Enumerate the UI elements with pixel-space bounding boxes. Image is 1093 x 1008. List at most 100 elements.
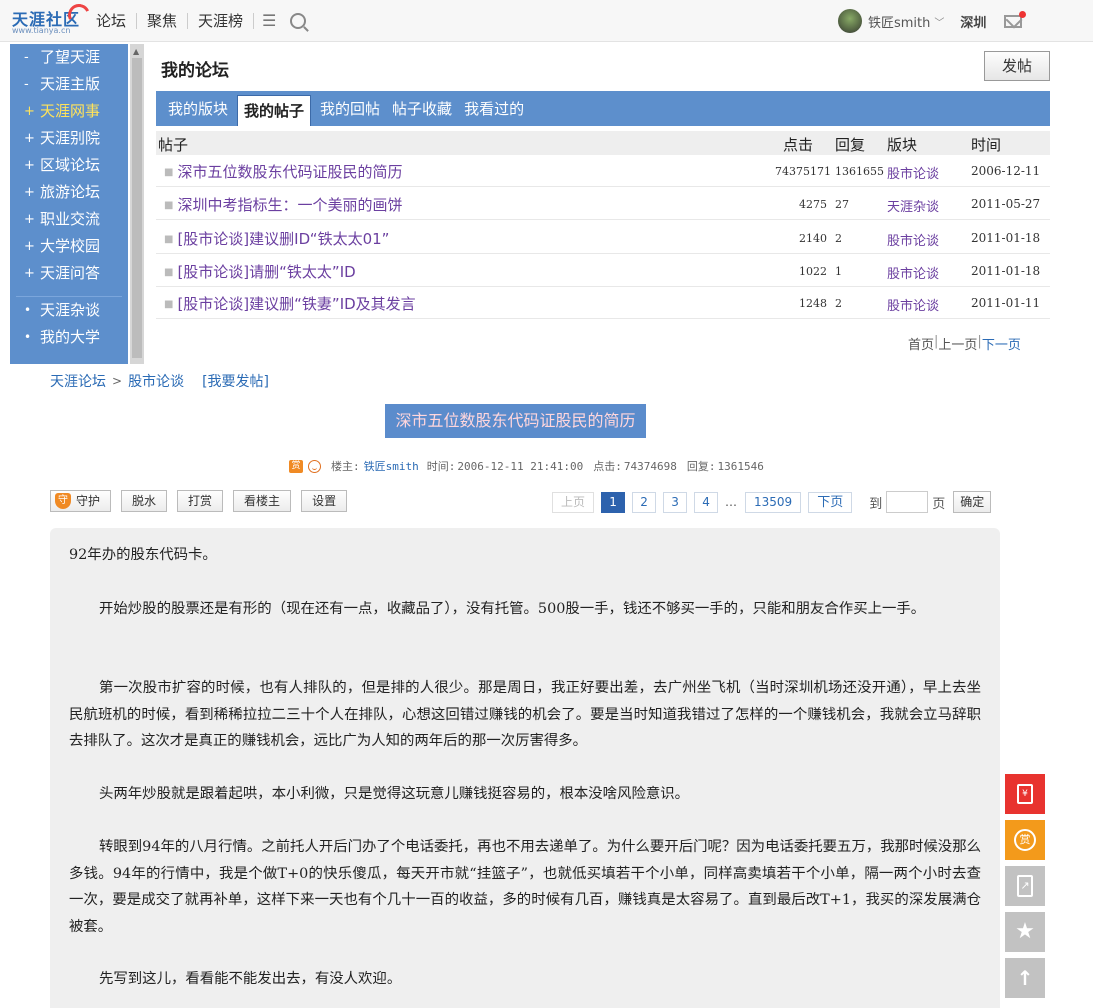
confirm-button[interactable]: 确定 <box>953 491 992 513</box>
sidebar-item-wangshi[interactable]: + 天涯网事 <box>10 98 128 125</box>
click-count: 74374698 <box>623 459 677 473</box>
sidebar-item-travel[interactable]: + 旅游论坛 <box>10 179 128 206</box>
prev-page-link[interactable]: 上一页 <box>938 334 977 353</box>
col-clicks: 点击 <box>783 136 814 154</box>
next-page-button[interactable]: 下页 <box>808 491 853 513</box>
nav-focus[interactable]: 聚焦 <box>137 12 189 29</box>
next-page-link[interactable]: 下一页 <box>982 334 1021 353</box>
sidebar-item-main[interactable]: - 天涯主版 <box>10 71 128 98</box>
sidebar-scrollbar[interactable]: ▲ <box>130 44 144 364</box>
tab-viewed[interactable]: 我看过的 <box>458 91 530 126</box>
page-link-2[interactable]: 2 <box>632 491 657 513</box>
sidebar-item-daxue[interactable]: • 我的大学 <box>10 324 128 351</box>
sidebar-item-regional[interactable]: + 区域论坛 <box>10 152 128 179</box>
chevron-down-icon[interactable]: ﹀ <box>934 14 944 29</box>
post-board-link[interactable]: 股市论谈 <box>887 163 939 182</box>
floating-toolbar: ¥ 赏 ↗ ★ ↑ <box>1005 774 1045 1004</box>
post-clicks: 4275 <box>799 198 827 211</box>
post-replies: 2 <box>835 232 842 245</box>
bullet-icon: • <box>24 330 32 344</box>
back-to-top-button[interactable]: ↑ <box>1005 958 1045 998</box>
settings-button[interactable]: 设置 <box>301 490 348 512</box>
top-bar: 天涯社区 www.tianya.cn 论坛 聚焦 天涯榜 ☰ 铁匠smith ﹀… <box>0 0 1093 42</box>
nav-ranking[interactable]: 天涯榜 <box>188 12 255 29</box>
reward-button[interactable]: 赏 <box>1005 820 1045 860</box>
sidebar-item-qa[interactable]: + 天涯问答 <box>10 260 128 287</box>
post-paragraph: 先写到这儿，看看能不能发出去，有没人欢迎。 <box>99 971 402 987</box>
smile-icon[interactable] <box>308 459 321 473</box>
scroll-up-icon[interactable]: ▲ <box>133 47 139 56</box>
new-post-button[interactable]: 发帖 <box>984 51 1050 81</box>
favorite-button[interactable]: ★ <box>1005 912 1045 952</box>
sidebar-item-label: 区域论坛 <box>40 156 101 174</box>
top-nav: 论坛 聚焦 天涯榜 ☰ <box>96 11 307 30</box>
tab-favorites[interactable]: 帖子收藏 <box>386 91 458 126</box>
sidebar-item-bieyuan[interactable]: + 天涯别院 <box>10 125 128 152</box>
breadcrumb-new-post[interactable]: [我要发帖] <box>202 371 269 391</box>
post-title-link[interactable]: ■ [股市论谈]建议删ID“铁太太01” <box>164 228 389 249</box>
last-page-link[interactable]: 13509 <box>745 491 802 513</box>
post-title-link[interactable]: ■ 深市五位数股东代码证股民的简历 <box>164 161 402 182</box>
post-board-link[interactable]: 股市论谈 <box>887 230 939 249</box>
sidebar-item-label: 天涯主版 <box>40 75 101 93</box>
sidebar-item-zatan[interactable]: • 天涯杂谈 <box>10 297 128 324</box>
scrollbar-thumb[interactable] <box>132 58 142 358</box>
page-link-3[interactable]: 3 <box>663 491 688 513</box>
post-board-link[interactable]: 股市论谈 <box>887 263 939 282</box>
owner-only-button[interactable]: 看楼主 <box>233 490 292 512</box>
search-icon[interactable] <box>290 12 307 29</box>
sidebar-divider <box>16 287 122 297</box>
city-label[interactable]: 深圳 <box>960 12 986 31</box>
post-title-link[interactable]: ■ [股市论谈]请删“铁太太”ID <box>164 261 356 282</box>
sidebar-item-liaowang[interactable]: - 了望天涯 <box>10 44 128 71</box>
logo-url: www.tianya.cn <box>12 26 71 35</box>
posts-table-header: 帖子 点击 回复 版块 时间 <box>156 131 1050 155</box>
share-button[interactable]: ↗ <box>1005 866 1045 906</box>
dehydrate-button[interactable]: 脱水 <box>121 490 168 512</box>
username[interactable]: 铁匠smith <box>868 12 930 31</box>
sidebar-item-career[interactable]: + 职业交流 <box>10 206 128 233</box>
goto-page-input[interactable] <box>886 491 929 513</box>
tianya-logo[interactable]: 天涯社区 www.tianya.cn <box>8 0 94 38</box>
post-replies: 1361655 <box>835 165 884 178</box>
forum-tabs: 我的版块 我的帖子 我的回帖 帖子收藏 我看过的 <box>156 91 1050 126</box>
avatar[interactable] <box>838 9 862 33</box>
menu-icon[interactable]: ☰ <box>254 11 284 30</box>
post-content: 92年办的股东代码卡。 开始炒股的股票还是有形的（现在还有一点，收藏品了），没有… <box>50 528 1000 1008</box>
tab-my-boards[interactable]: 我的版块 <box>162 91 234 126</box>
page-link-1[interactable]: 1 <box>601 491 626 513</box>
collapse-icon: - <box>24 50 29 65</box>
tab-my-replies[interactable]: 我的回帖 <box>314 91 386 126</box>
collapse-icon: - <box>24 77 29 92</box>
post-title: [股市论谈]建议删“铁妻”ID及其发言 <box>177 295 416 313</box>
reward-icon[interactable]: 赏 <box>289 459 303 473</box>
breadcrumb: 天涯论坛 > 股市论谈 [我要发帖] <box>50 371 269 391</box>
my-posts-pager: 首页 | 上一页 | 下一页 <box>908 334 1021 353</box>
expand-icon: + <box>24 185 35 200</box>
breadcrumb-board[interactable]: 股市论谈 <box>128 371 184 391</box>
breadcrumb-home[interactable]: 天涯论坛 <box>50 371 106 391</box>
first-page-link[interactable]: 首页 <box>908 334 934 353</box>
post-title-link[interactable]: ■ 深圳中考指标生：一个美丽的画饼 <box>164 194 402 215</box>
nav-forum[interactable]: 论坛 <box>96 12 138 29</box>
post-title-link[interactable]: ■ [股市论谈]建议删“铁妻”ID及其发言 <box>164 293 416 314</box>
guard-button[interactable]: 守守护 <box>50 490 112 512</box>
sidebar-item-campus[interactable]: + 大学校园 <box>10 233 128 260</box>
author-link[interactable]: 铁匠smith <box>364 458 419 474</box>
tip-button[interactable]: 打赏 <box>177 490 224 512</box>
share-icon: ↗ <box>1017 875 1033 897</box>
red-packet-button[interactable]: ¥ <box>1005 774 1045 814</box>
star-icon: ★ <box>1015 919 1035 944</box>
post-board-link[interactable]: 天涯杂谈 <box>887 196 939 215</box>
post-board-link[interactable]: 股市论谈 <box>887 295 939 314</box>
tab-my-posts[interactable]: 我的帖子 <box>237 95 312 126</box>
thread-actions: 守守护 脱水 打赏 看楼主 设置 <box>50 490 357 512</box>
page-link-4[interactable]: 4 <box>694 491 719 513</box>
post-date: 2006-12-11 <box>971 164 1041 178</box>
prev-page-button[interactable]: 上页 <box>552 491 595 513</box>
sidebar-item-label: 了望天涯 <box>40 48 101 66</box>
post-time: 2006-12-11 21:41:00 <box>457 459 584 473</box>
mail-icon[interactable] <box>1004 10 1027 28</box>
arrow-up-icon: ↑ <box>1016 966 1034 990</box>
sidebar-item-label: 天涯杂谈 <box>40 301 101 319</box>
